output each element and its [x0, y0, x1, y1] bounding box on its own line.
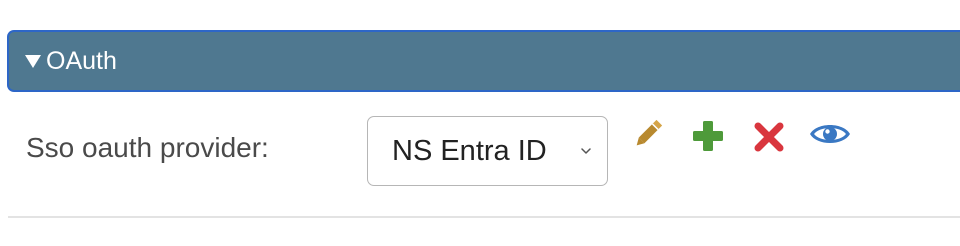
oauth-settings-panel: OAuth Sso oauth provider: NS Entra ID — [0, 0, 960, 246]
collapse-triangle-icon — [25, 55, 41, 68]
oauth-section-toggle[interactable]: OAuth — [7, 30, 960, 92]
sso-oauth-provider-select[interactable]: NS Entra ID — [367, 116, 608, 186]
close-icon[interactable] — [751, 119, 787, 155]
sso-oauth-provider-label: Sso oauth provider: — [26, 132, 269, 163]
chevron-down-icon — [581, 148, 591, 154]
pencil-icon[interactable] — [630, 116, 666, 152]
sso-oauth-provider-row: Sso oauth provider: NS Entra ID — [0, 92, 960, 219]
eye-icon[interactable] — [808, 116, 852, 152]
selected-provider-value: NS Entra ID — [392, 134, 547, 167]
section-title: OAuth — [46, 46, 117, 75]
plus-icon[interactable] — [690, 118, 726, 154]
row-divider — [8, 216, 960, 218]
